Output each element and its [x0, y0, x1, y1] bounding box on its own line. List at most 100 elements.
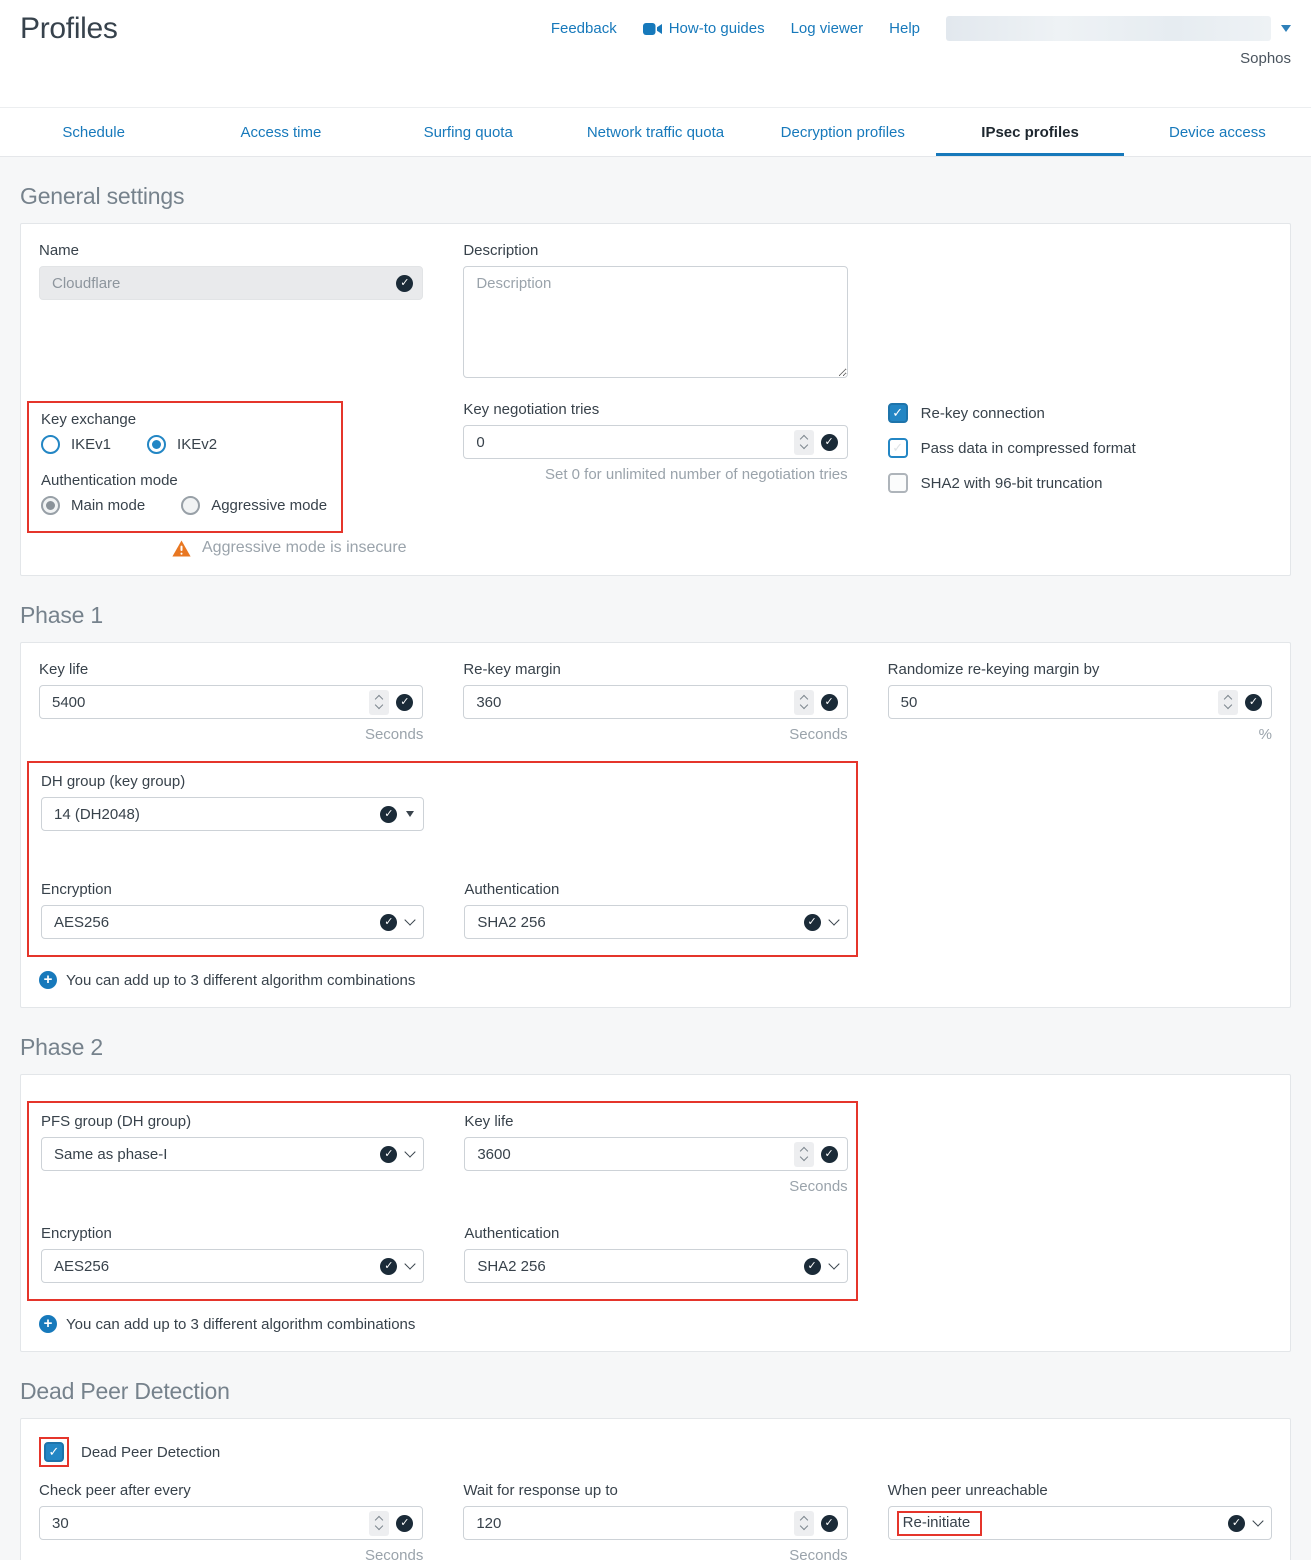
topbar-links: Feedback How-to guides Log viewer Help — [551, 16, 1291, 41]
check-circle-icon — [380, 806, 397, 823]
number-stepper[interactable] — [1218, 690, 1238, 715]
phase2-key-life-field: Key life 3600 Seconds — [464, 1113, 847, 1195]
phase2-authentication-label: Authentication — [464, 1225, 847, 1242]
pfs-group-select[interactable]: Same as phase-I — [41, 1137, 424, 1171]
number-stepper[interactable] — [794, 1511, 814, 1536]
radio-ikev2[interactable] — [147, 435, 166, 454]
plus-circle-icon[interactable] — [39, 1315, 57, 1333]
name-field: Name Cloudflare — [39, 242, 423, 383]
phase1-key-life-unit: Seconds — [39, 726, 423, 743]
number-stepper[interactable] — [369, 1511, 389, 1536]
tab-device-access[interactable]: Device access — [1124, 108, 1311, 156]
help-link[interactable]: Help — [889, 20, 920, 37]
sha2-truncation-checkbox — [888, 473, 908, 493]
wait-response-unit: Seconds — [463, 1547, 847, 1560]
check-circle-icon — [1245, 694, 1262, 711]
peer-unreachable-select[interactable]: Re-initiate — [888, 1506, 1272, 1540]
randomize-margin-unit: % — [888, 726, 1272, 743]
tab-network-traffic-quota[interactable]: Network traffic quota — [562, 108, 749, 156]
auth-mode-label: Authentication mode — [41, 472, 327, 489]
radio-ikev1-label: IKEv1 — [71, 436, 111, 453]
rekey-margin-input[interactable]: 360 — [463, 685, 847, 719]
chevron-down-icon — [405, 1146, 416, 1157]
phase2-key-life-value: 3600 — [477, 1146, 793, 1163]
account-name-redacted — [946, 16, 1271, 41]
key-exchange-column: Key exchange IKEv1 IKEv2 Authenticat — [39, 401, 423, 557]
phase1-authentication-select[interactable]: SHA2 256 — [464, 905, 847, 939]
compressed-format-checkbox[interactable] — [888, 438, 908, 458]
account-menu[interactable] — [946, 16, 1291, 41]
log-viewer-link[interactable]: Log viewer — [791, 20, 864, 37]
radio-aggressive-mode — [181, 496, 200, 515]
radio-ikev2-label: IKEv2 — [177, 436, 217, 453]
rekey-connection-row: Re-key connection — [888, 403, 1272, 423]
phase2-authentication-select[interactable]: SHA2 256 — [464, 1249, 847, 1283]
number-stepper[interactable] — [369, 690, 389, 715]
check-circle-icon — [380, 1146, 397, 1163]
phase1-card: Key life 5400 Seconds Re-key margin 360 — [20, 642, 1291, 1008]
tab-decryption-profiles[interactable]: Decryption profiles — [749, 108, 936, 156]
annotation-box-phase2-algorithms: PFS group (DH group) Same as phase-I Key… — [27, 1101, 858, 1301]
chevron-down-icon — [405, 1258, 416, 1269]
plus-circle-icon[interactable] — [39, 971, 57, 989]
pfs-group-label: PFS group (DH group) — [41, 1113, 424, 1130]
key-negotiation-label: Key negotiation tries — [463, 401, 847, 418]
tab-schedule[interactable]: Schedule — [0, 108, 187, 156]
aggressive-mode-warning: Aggressive mode is insecure — [172, 539, 423, 557]
tab-ipsec-profiles[interactable]: IPsec profiles — [936, 108, 1123, 156]
dh-group-select[interactable]: 14 (DH2048) — [41, 797, 424, 831]
phase2-key-life-input[interactable]: 3600 — [464, 1137, 847, 1171]
check-peer-field: Check peer after every 30 Seconds — [39, 1482, 423, 1560]
radio-ikev1[interactable] — [41, 435, 60, 454]
feedback-link[interactable]: Feedback — [551, 20, 617, 37]
peer-unreachable-field: When peer unreachable Re-initiate — [888, 1482, 1272, 1560]
dh-group-value: 14 (DH2048) — [54, 806, 380, 823]
phase1-add-combination-note: You can add up to 3 different algorithm … — [39, 971, 1272, 989]
dpd-checkbox[interactable] — [44, 1442, 64, 1462]
section-heading-phase2: Phase 2 — [20, 1034, 1291, 1061]
wait-response-input[interactable]: 120 — [463, 1506, 847, 1540]
section-heading-general-settings: General settings — [20, 183, 1291, 210]
randomize-margin-input[interactable]: 50 — [888, 685, 1272, 719]
annotation-box-key-exchange: Key exchange IKEv1 IKEv2 Authenticat — [27, 401, 343, 533]
section-heading-dpd: Dead Peer Detection — [20, 1378, 1291, 1405]
key-exchange-label: Key exchange — [41, 411, 327, 428]
check-circle-icon — [380, 1258, 397, 1275]
key-negotiation-hint: Set 0 for unlimited number of negotiatio… — [463, 466, 847, 483]
general-settings-card: Name Cloudflare Description Key exchange — [20, 223, 1291, 576]
rekey-connection-checkbox[interactable] — [888, 403, 908, 423]
phase2-card: PFS group (DH group) Same as phase-I Key… — [20, 1074, 1291, 1352]
randomize-margin-label: Randomize re-keying margin by — [888, 661, 1272, 678]
phase1-note-text: You can add up to 3 different algorithm … — [66, 972, 415, 989]
number-stepper[interactable] — [794, 690, 814, 715]
compressed-format-label: Pass data in compressed format — [921, 440, 1136, 457]
tabbar: Schedule Access time Surfing quota Netwo… — [0, 107, 1311, 157]
phase2-encryption-label: Encryption — [41, 1225, 424, 1242]
phase1-key-life-label: Key life — [39, 661, 423, 678]
key-exchange-options: IKEv1 IKEv2 — [41, 435, 327, 454]
phase1-key-life-input[interactable]: 5400 — [39, 685, 423, 719]
chevron-down-icon — [828, 1258, 839, 1269]
name-label: Name — [39, 242, 423, 259]
peer-unreachable-label: When peer unreachable — [888, 1482, 1272, 1499]
howto-guides-link[interactable]: How-to guides — [643, 20, 765, 37]
tab-surfing-quota[interactable]: Surfing quota — [375, 108, 562, 156]
topbar-right: Feedback How-to guides Log viewer Help S… — [551, 12, 1291, 67]
sha2-truncation-label: SHA2 with 96-bit truncation — [921, 475, 1103, 492]
phase2-encryption-value: AES256 — [54, 1258, 380, 1275]
phase1-authentication-label: Authentication — [464, 881, 847, 898]
brand-label: Sophos — [1240, 50, 1291, 67]
number-stepper[interactable] — [794, 1142, 814, 1167]
check-peer-input[interactable]: 30 — [39, 1506, 423, 1540]
phase1-encryption-field: Encryption AES256 — [41, 881, 424, 939]
number-stepper[interactable] — [794, 430, 814, 455]
caret-down-icon — [1281, 25, 1291, 32]
description-input[interactable] — [463, 266, 847, 378]
check-circle-icon — [821, 434, 838, 451]
phase2-encryption-select[interactable]: AES256 — [41, 1249, 424, 1283]
phase2-authentication-field: Authentication SHA2 256 — [464, 1225, 847, 1283]
key-negotiation-input[interactable]: 0 — [463, 425, 847, 459]
phase1-encryption-select[interactable]: AES256 — [41, 905, 424, 939]
tab-access-time[interactable]: Access time — [187, 108, 374, 156]
check-circle-icon — [380, 914, 397, 931]
